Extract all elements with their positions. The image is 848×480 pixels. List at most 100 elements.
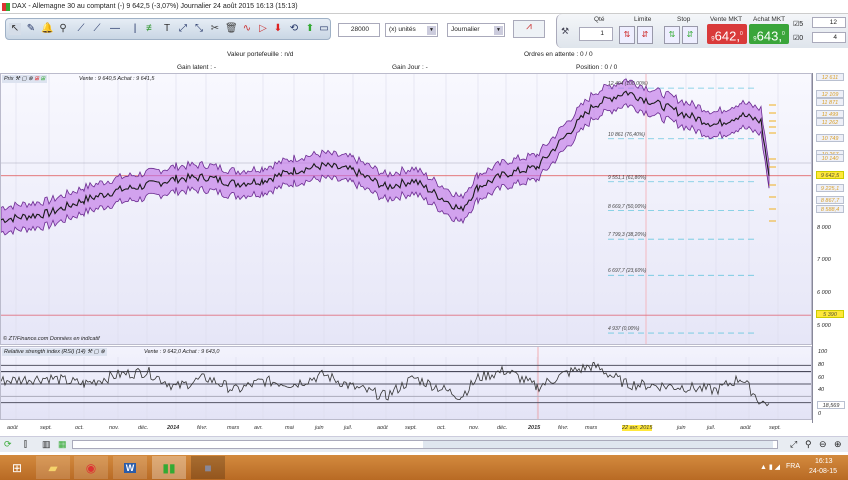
text-icon[interactable]: T (161, 23, 173, 35)
time-label: juil. (344, 425, 353, 431)
chart-header: Prix ⚒ ▢ ⊗ ⊞ ⊞ (2, 75, 48, 83)
pending-orders: Ordres en attente : 0 / 0 (524, 51, 593, 58)
price-tag: 10 140 (816, 154, 844, 163)
sell-arrow-icon[interactable]: ⬇ (272, 23, 284, 35)
windows-start-icon[interactable]: ⊞ (0, 456, 34, 479)
time-label: août (740, 425, 751, 431)
time-label: déc. (138, 425, 149, 431)
app-logo-icon (2, 3, 10, 11)
rectangle-icon[interactable]: ▭ (318, 23, 330, 35)
price-tag: 8 588,4 (816, 205, 844, 214)
rsi-header-label: Relative strength index (RSI) (14) (4, 349, 86, 355)
quantity-input[interactable]: 28000 (338, 23, 380, 37)
limit-sell-button[interactable]: ⇵ (637, 26, 653, 44)
pattern-icon[interactable]: ∿ (241, 23, 253, 35)
refresh-icon[interactable]: ⟳ (4, 439, 12, 450)
trade-panel: ⚒ Qté 1 Limite ⇅ ⇵ Stop ⇅ ⇵ Vente MKT 96… (556, 14, 848, 48)
horizontal-scrollbar[interactable] (72, 440, 778, 449)
period-select[interactable]: Journalier ▼ (447, 23, 505, 37)
vertical-line-icon[interactable]: | (129, 23, 141, 35)
price-tick: 6 000 (817, 290, 831, 297)
portfolio-value: Valeur portefeuille : n/d (227, 51, 294, 58)
time-label: avr. (254, 425, 263, 431)
delete-icon[interactable]: 🗑 (225, 23, 238, 35)
fit-icon[interactable]: ⤢ (790, 439, 797, 450)
rsi-quote: Vente : 9 642,0 Achat : 9 643,0 (144, 349, 220, 355)
chart-type-icon[interactable]: ▦ (58, 439, 67, 450)
rsi-tick: 60 (818, 375, 825, 381)
spinner-1[interactable]: 12 (812, 17, 846, 28)
alert-bell-icon[interactable]: 🔔 (41, 23, 53, 35)
stop-sell-button[interactable]: ⇵ (682, 26, 698, 44)
clock-time[interactable]: 16:13 (815, 458, 833, 465)
horizontal-line-icon[interactable]: — (109, 23, 121, 35)
candle-icon[interactable]: ▥ (42, 439, 51, 450)
time-label: févr. (558, 425, 569, 431)
cycle-icon[interactable]: ⟲ (288, 23, 300, 35)
bar-type-icon[interactable]: ⫿ (24, 439, 27, 450)
time-label: sept. (769, 425, 781, 431)
sell-market-button[interactable]: 9642,0 (707, 24, 747, 44)
price-tag: 12 109 (816, 89, 844, 98)
language-indicator[interactable]: FRA (786, 463, 800, 470)
price-tag: 11 871 (816, 97, 844, 106)
price-chart-canvas[interactable] (1, 74, 811, 344)
scrollbar-thumb[interactable] (423, 441, 773, 448)
tools-icon[interactable]: ✂ (209, 23, 221, 35)
time-label: 2015 (528, 425, 541, 431)
buy-market-button[interactable]: 9643,0 (749, 24, 789, 44)
trading-app-icon[interactable]: ▮▮ (152, 456, 186, 479)
time-label: mars (585, 425, 598, 431)
rsi-panel[interactable]: Relative strength index (RSI) (14) ⚒ ▢ ⊗… (0, 346, 812, 420)
file-explorer-icon[interactable]: ▰ (36, 456, 70, 479)
tray-icons[interactable]: ▲ ▮ ◢ (760, 463, 780, 471)
price-chart[interactable]: Prix ⚒ ▢ ⊗ ⊞ ⊞ Vente : 9 640,5 Achat : 9… (0, 73, 812, 345)
time-label: août (377, 425, 388, 431)
zoom-fit-icon[interactable]: ⚲ (805, 439, 812, 450)
checkbox-5-label: 5 (799, 21, 804, 28)
time-label: sept. (405, 425, 417, 431)
rsi-axis: 100 80 60 40 18,569 0 (814, 349, 848, 419)
game-icon[interactable]: ■ (191, 456, 225, 479)
buy-arrow-icon[interactable]: ⬆ (304, 23, 316, 35)
chart-footer: © ZT/Finance.com Données en indicatif (3, 336, 100, 342)
stop-buy-button[interactable]: ⇅ (664, 26, 680, 44)
qty-input[interactable]: 1 (579, 27, 613, 41)
price-tag: 9 225,1 (816, 184, 844, 193)
segment-icon[interactable]: ⟋ (91, 23, 103, 35)
latent-gain: Gain latent : - (177, 64, 217, 71)
checkbox-0-label: 0 (799, 35, 804, 42)
rsi-canvas[interactable] (1, 347, 811, 419)
channel-icon[interactable]: ≢ (145, 23, 157, 35)
ruler-icon[interactable]: ✎ (25, 23, 37, 35)
rsi-tick: 0 (818, 411, 822, 417)
drawing-toolbar: ↖ ✎ 🔔 ⚲ ⟋ ⟋ — | ≢ T ⤢ ⤡ ✂ 🗑 ∿ ▷ ⬇ ⟲ ⬆ ▭ (5, 18, 331, 40)
time-label: févr. (197, 425, 208, 431)
time-label: oct. (437, 425, 446, 431)
pointer-icon[interactable]: ↖ (9, 23, 21, 35)
word-icon[interactable]: W (113, 456, 147, 479)
indicators-button[interactable]: ⩘ (513, 20, 545, 38)
unit-select[interactable]: (x) unités ▼ (385, 23, 438, 37)
time-label: juil. (707, 425, 716, 431)
price-tick: 8 000 (817, 224, 831, 231)
wrench-icon[interactable]: ⚒ (561, 26, 569, 37)
time-label: 2014 (167, 425, 180, 431)
checkbox-0[interactable]: ☑0 (793, 34, 803, 42)
zoom-in-icon[interactable]: ⊕ (834, 439, 842, 450)
time-axis[interactable]: août sept. oct. nov. déc. 2014 févr. mars avr. ma… (0, 420, 812, 434)
fibonacci-icon[interactable]: ⤢ (177, 23, 189, 35)
checkbox-5[interactable]: ☑5 (793, 20, 803, 28)
fan-icon[interactable]: ⤡ (193, 23, 205, 35)
time-label: sept. (40, 425, 52, 431)
trend-line-icon[interactable]: ⟋ (75, 23, 87, 35)
time-label: oct. (75, 425, 84, 431)
triangle-icon[interactable]: ▷ (257, 23, 269, 35)
spinner-2[interactable]: 4 (812, 32, 846, 43)
zoom-out-icon[interactable]: ⊖ (819, 439, 827, 450)
limit-buy-button[interactable]: ⇅ (619, 26, 635, 44)
clock-date[interactable]: 24-08-15 (809, 468, 837, 475)
chrome-icon[interactable]: ◉ (74, 456, 108, 479)
zoom-icon[interactable]: ⚲ (57, 23, 69, 35)
price-tag: 8 867,7 (816, 196, 844, 205)
